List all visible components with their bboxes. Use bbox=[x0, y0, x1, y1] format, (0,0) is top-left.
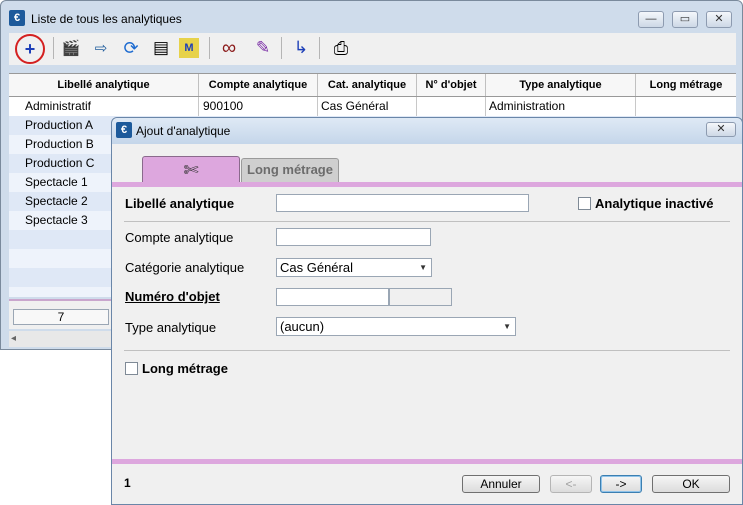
scroll-left-icon[interactable]: ◂ bbox=[11, 331, 16, 347]
tab-general[interactable]: ✄ bbox=[142, 156, 240, 184]
dialog-footer: 1 Annuler <- -> OK bbox=[112, 464, 742, 504]
toolbar: + 🎬 ⇨ ⟳ ▤ M ∞ ✎ ↳ ⎙ bbox=[9, 33, 736, 65]
type-value: (aucun) bbox=[280, 319, 325, 334]
type-select[interactable]: (aucun) ▼ bbox=[276, 317, 516, 336]
glasses-icon[interactable]: ∞ bbox=[217, 36, 241, 60]
chevron-down-icon: ▼ bbox=[503, 322, 511, 331]
compte-label: Compte analytique bbox=[125, 230, 234, 245]
table-cell: Cas Général bbox=[318, 97, 417, 116]
column-divider bbox=[9, 97, 199, 116]
dialog-tabs: ✄ Long métrage bbox=[112, 144, 742, 184]
scissors-icon: ✄ bbox=[183, 160, 199, 180]
column-header[interactable]: Long métrage bbox=[636, 74, 736, 96]
memo-icon[interactable]: M bbox=[179, 38, 199, 58]
minimize-button[interactable]: — bbox=[638, 11, 664, 28]
inactif-checkbox[interactable] bbox=[578, 197, 591, 210]
dialog-titlebar[interactable]: € Ajout d'analytique ✕ bbox=[112, 118, 742, 144]
app-icon: € bbox=[116, 122, 132, 138]
table-header: Libellé analytique Compte analytique Cat… bbox=[9, 73, 736, 97]
numero-label: Numéro d'objet bbox=[125, 289, 220, 304]
close-button[interactable]: ✕ bbox=[706, 11, 732, 28]
import-icon[interactable]: ⇨ bbox=[89, 36, 113, 60]
long-metrage-label: Long métrage bbox=[142, 361, 228, 376]
dialog-title: Ajout d'analytique bbox=[136, 124, 231, 138]
column-header[interactable]: Libellé analytique bbox=[9, 74, 199, 96]
categorie-value: Cas Général bbox=[280, 260, 353, 275]
tab-long-metrage[interactable]: Long métrage bbox=[241, 158, 339, 182]
table-cell bbox=[636, 97, 736, 116]
toolbar-separator bbox=[53, 37, 54, 59]
type-label: Type analytique bbox=[125, 320, 217, 335]
numero-input[interactable] bbox=[276, 288, 389, 306]
categorie-select[interactable]: Cas Général ▼ bbox=[276, 258, 432, 277]
form-divider bbox=[124, 221, 730, 222]
column-header[interactable]: Type analytique bbox=[486, 74, 636, 96]
refresh-icon[interactable]: ⟳ bbox=[119, 36, 143, 60]
horizontal-scrollbar[interactable]: ◂ bbox=[9, 331, 117, 347]
window-title: Liste de tous les analytiques bbox=[31, 12, 182, 26]
add-icon[interactable]: + bbox=[15, 34, 45, 64]
print-icon[interactable]: ⎙ bbox=[329, 36, 353, 60]
table-row[interactable]: Administratif 900100 Cas Général Adminis… bbox=[9, 97, 736, 116]
form-divider bbox=[124, 350, 730, 351]
list-icon[interactable]: ▤ bbox=[149, 36, 173, 60]
column-header[interactable]: Compte analytique bbox=[199, 74, 318, 96]
table-cell: 900100 bbox=[199, 97, 318, 116]
clapperboard-icon[interactable]: 🎬 bbox=[59, 36, 83, 60]
maximize-button[interactable]: ▭ bbox=[672, 11, 698, 28]
libelle-label: Libellé analytique bbox=[125, 196, 235, 211]
app-icon: € bbox=[9, 10, 25, 26]
row-count: 7 bbox=[13, 309, 109, 325]
libelle-input[interactable] bbox=[276, 194, 529, 212]
long-metrage-checkbox[interactable] bbox=[125, 362, 138, 375]
next-button[interactable]: -> bbox=[600, 475, 642, 493]
navigate-icon[interactable]: ↳ bbox=[289, 36, 313, 60]
tab-band bbox=[112, 182, 742, 187]
table-cell: Administration bbox=[486, 97, 636, 116]
inactif-label: Analytique inactivé bbox=[595, 196, 714, 211]
toolbar-separator bbox=[319, 37, 320, 59]
toolbar-separator bbox=[209, 37, 210, 59]
previous-button[interactable]: <- bbox=[550, 475, 592, 493]
add-analytic-dialog: € Ajout d'analytique ✕ ✄ Long métrage Li… bbox=[111, 117, 743, 505]
page-number: 1 bbox=[124, 476, 131, 490]
close-button[interactable]: ✕ bbox=[706, 122, 736, 137]
cancel-button[interactable]: Annuler bbox=[462, 475, 540, 493]
chevron-down-icon: ▼ bbox=[419, 263, 427, 272]
ok-button[interactable]: OK bbox=[652, 475, 730, 493]
column-header[interactable]: N° d'objet bbox=[417, 74, 486, 96]
list-window-titlebar[interactable]: € Liste de tous les analytiques — ▭ ✕ bbox=[1, 1, 742, 31]
pencil-icon[interactable]: ✎ bbox=[251, 36, 275, 60]
numero-secondary-input bbox=[389, 288, 452, 306]
categorie-label: Catégorie analytique bbox=[125, 260, 245, 275]
column-header[interactable]: Cat. analytique bbox=[318, 74, 417, 96]
toolbar-separator bbox=[281, 37, 282, 59]
compte-input[interactable] bbox=[276, 228, 431, 246]
analytic-form: Libellé analytique Analytique inactivé C… bbox=[112, 189, 742, 459]
table-cell bbox=[417, 97, 486, 116]
